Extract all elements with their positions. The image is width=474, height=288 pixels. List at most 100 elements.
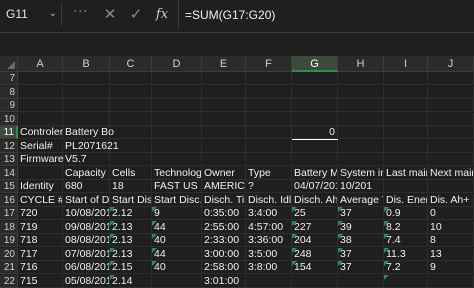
row-header-12[interactable]: 12	[0, 139, 18, 153]
cell-g22[interactable]	[292, 274, 338, 288]
cell-b16[interactable]: Start of Di	[63, 193, 110, 207]
cell-h12[interactable]	[338, 139, 384, 153]
row-header-7[interactable]: 7	[0, 72, 18, 85]
cell-f16[interactable]: Disch. Idle	[246, 193, 292, 207]
cell-g14[interactable]: Battery M	[292, 166, 338, 180]
cell-g12[interactable]	[292, 139, 338, 153]
row-header-13[interactable]: 13	[0, 153, 18, 166]
select-all-corner[interactable]	[0, 56, 18, 72]
cell-j14[interactable]: Next maint	[428, 166, 474, 180]
cell-i12[interactable]	[384, 139, 428, 153]
cell-h19[interactable]: 38	[338, 234, 384, 247]
cell-i7[interactable]	[384, 72, 428, 85]
row-header-22[interactable]: 22	[0, 274, 18, 288]
cell-d19[interactable]: 40	[152, 234, 202, 247]
cell-b15[interactable]: 680	[63, 180, 110, 193]
cell-h7[interactable]	[338, 72, 384, 85]
cell-i21[interactable]: 7.2	[384, 261, 428, 274]
cell-a22[interactable]: 715	[18, 274, 63, 288]
error-indicator-icon[interactable]	[384, 274, 389, 280]
error-indicator-icon[interactable]	[384, 261, 389, 266]
cell-g19[interactable]: 204	[292, 234, 338, 247]
cell-b11[interactable]: Battery Bo	[63, 126, 114, 139]
cell-g16[interactable]: Disch. Ah	[292, 193, 338, 207]
error-indicator-icon[interactable]	[110, 207, 115, 212]
cell-j9[interactable]	[428, 99, 474, 112]
cell-g15[interactable]: 04/07/2011	[292, 180, 338, 193]
row-header-10[interactable]: 10	[0, 112, 18, 126]
error-indicator-icon[interactable]	[292, 220, 297, 226]
cell-g7[interactable]	[292, 72, 338, 85]
enter-check-icon[interactable]: ✓	[126, 5, 146, 25]
cell-h15[interactable]: 10/201	[338, 180, 384, 193]
cell-h21[interactable]: 37	[338, 261, 384, 274]
cell-b14[interactable]: Capacity	[63, 166, 110, 180]
cell-a9[interactable]	[18, 99, 63, 112]
cell-b19[interactable]: 08/08/2017	[63, 234, 110, 247]
error-indicator-icon[interactable]	[384, 234, 389, 239]
cell-h10[interactable]	[338, 112, 384, 126]
cell-h9[interactable]	[338, 99, 384, 112]
cell-h20[interactable]: 37	[338, 247, 384, 261]
cell-e18[interactable]: 2:55:00	[202, 220, 246, 234]
cell-d13[interactable]	[152, 153, 202, 166]
cell-d17[interactable]: 9	[152, 207, 202, 220]
cell-b13[interactable]: V5.7	[63, 153, 110, 166]
column-header-d[interactable]: D	[152, 56, 202, 72]
column-header-e[interactable]: E	[202, 56, 246, 72]
cell-e16[interactable]: Disch. Tim	[202, 193, 246, 207]
cell-f8[interactable]	[246, 85, 292, 99]
error-indicator-icon[interactable]	[110, 220, 115, 226]
cell-a20[interactable]: 717	[18, 247, 63, 261]
cell-e22[interactable]: 3:01:00	[202, 274, 246, 288]
cell-a21[interactable]: 716	[18, 261, 63, 274]
more-options-icon[interactable]: ⋮	[73, 4, 89, 17]
cell-d10[interactable]	[152, 112, 202, 126]
cell-i10[interactable]	[384, 112, 428, 126]
cell-f19[interactable]: 3:36:00	[246, 234, 292, 247]
cell-e17[interactable]: 0:35:00	[202, 207, 246, 220]
error-indicator-icon[interactable]	[292, 261, 297, 266]
cell-a13[interactable]: Firmware	[18, 153, 64, 166]
cell-a14[interactable]	[18, 166, 63, 180]
cell-j20[interactable]: 13	[428, 247, 474, 261]
cell-i22[interactable]	[384, 274, 428, 288]
column-header-j[interactable]: J	[428, 56, 474, 72]
error-indicator-icon[interactable]	[152, 234, 157, 239]
cell-b9[interactable]	[63, 99, 110, 112]
insert-function-icon[interactable]: fx	[152, 5, 172, 25]
cell-d12[interactable]	[152, 139, 202, 153]
error-indicator-icon[interactable]	[152, 207, 157, 212]
error-indicator-icon[interactable]	[110, 274, 115, 280]
cell-c8[interactable]	[110, 85, 152, 99]
cell-b21[interactable]: 06/08/2017	[63, 261, 110, 274]
cell-f13[interactable]	[246, 153, 292, 166]
cell-i17[interactable]: 0.9	[384, 207, 428, 220]
error-indicator-icon[interactable]	[338, 207, 343, 212]
cell-c7[interactable]	[110, 72, 152, 85]
cell-g21[interactable]: 154	[292, 261, 338, 274]
error-indicator-icon[interactable]	[384, 247, 389, 253]
error-indicator-icon[interactable]	[384, 207, 389, 212]
cell-h14[interactable]: System ins	[338, 166, 384, 180]
cell-j10[interactable]	[428, 112, 474, 126]
cell-c19[interactable]: 2.13	[110, 234, 152, 247]
cell-h8[interactable]	[338, 85, 384, 99]
cell-e10[interactable]	[202, 112, 246, 126]
column-header-g[interactable]: G	[292, 56, 338, 72]
cell-j7[interactable]	[428, 72, 474, 85]
error-indicator-icon[interactable]	[110, 247, 115, 253]
cell-e13[interactable]	[202, 153, 246, 166]
cell-d11[interactable]	[152, 126, 202, 139]
row-header-11[interactable]: 11	[0, 126, 18, 139]
cell-j17[interactable]: 0	[428, 207, 474, 220]
cell-f18[interactable]: 4:57:00	[246, 220, 292, 234]
row-header-8[interactable]: 8	[0, 85, 18, 99]
cell-f22[interactable]	[246, 274, 292, 288]
error-indicator-icon[interactable]	[152, 261, 157, 266]
cell-f17[interactable]: 3:4:00	[246, 207, 292, 220]
cell-i14[interactable]: Last maint	[384, 166, 428, 180]
cell-a18[interactable]: 719	[18, 220, 63, 234]
cell-e9[interactable]	[202, 99, 246, 112]
cell-i18[interactable]: 8.2	[384, 220, 428, 234]
